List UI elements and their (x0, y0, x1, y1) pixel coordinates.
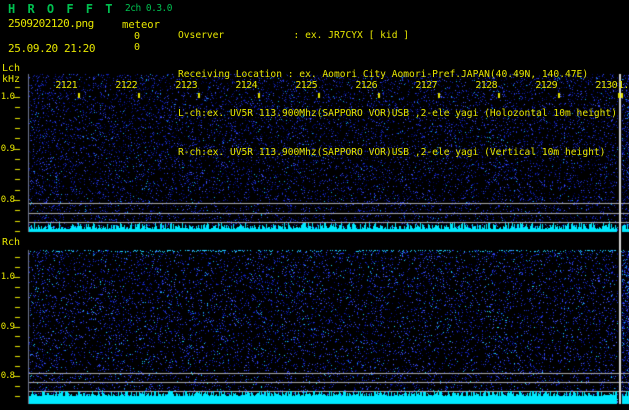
panel-r-freq-0.9: 0.9 (0, 322, 15, 332)
panel-l-freq-0.9: 0.9 (0, 144, 15, 154)
panel-l-freq-1.0: 1.0 (0, 92, 15, 102)
time-label-2124: 2124 (235, 80, 257, 91)
app-title: H R O F F T (8, 2, 115, 16)
app-version: 2ch 0.3.0 (125, 3, 172, 14)
output-filename: 2509202120.png (8, 17, 94, 30)
time-label-2127: 2127 (415, 80, 437, 91)
time-label-2130: 2130 (595, 80, 617, 91)
time-label-2128: 2128 (475, 80, 497, 91)
observation-mode-label: meteor (122, 19, 160, 31)
time-label-2125: 2125 (295, 80, 317, 91)
panel-r-freq-0.8: 0.8 (0, 371, 15, 381)
timestamp: 25.09.20 21:20 (8, 42, 96, 55)
time-label-2123: 2123 (175, 80, 197, 91)
l-ch-receiver-line: L-ch:ex. UV5R 113.900Mhz(SAPPORO VOR)USB… (178, 108, 617, 119)
time-label-2121: 2121 (55, 80, 77, 91)
r-ch-receiver-line: R-ch:ex. UV5R 113.900Mhz(SAPPORO VOR)USB… (178, 147, 606, 158)
observer-line: Ovserver : ex. JR7CYX [ kid ] (178, 30, 410, 41)
panel-l-freq-0.8: 0.8 (0, 195, 15, 205)
panel-l-unit: kHz (2, 74, 21, 85)
time-label-2129: 2129 (535, 80, 557, 91)
meteor-count-upper: 0 (133, 31, 141, 42)
hrofft-window: H R O F F T 2ch 0.3.0 2509202120.png met… (0, 0, 629, 410)
live-strip-label: 1.0 (618, 80, 629, 91)
time-label-2126: 2126 (355, 80, 377, 91)
time-label-2122: 2122 (115, 80, 137, 91)
panel-l-label: Lch (2, 63, 21, 74)
meteor-count-lower: 0 (133, 42, 141, 53)
panel-r-freq-1.0: 1.0 (0, 272, 15, 282)
observation-header: Ovserver : ex. JR7CYX [ kid ] Receiving … (178, 3, 617, 185)
panel-r-label: Rch (2, 237, 21, 248)
